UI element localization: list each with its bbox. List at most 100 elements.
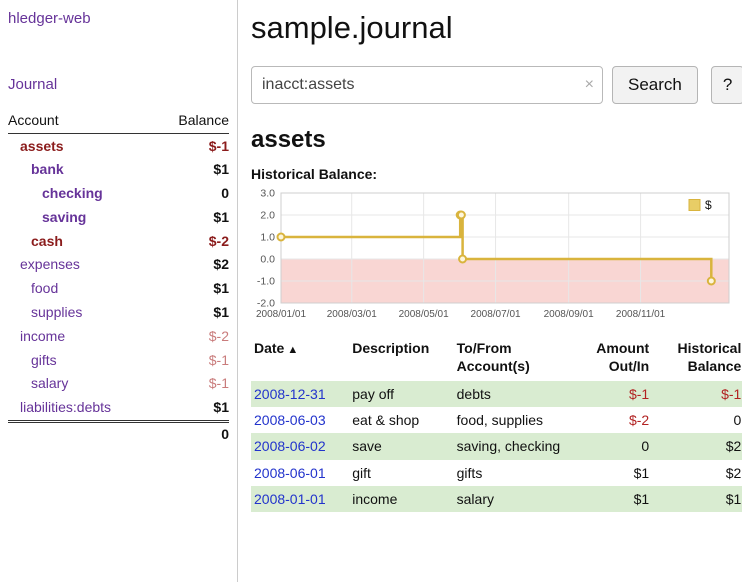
- column-header-date[interactable]: Date▲: [251, 337, 349, 381]
- sidebar: hledger-web Journal Account Balance asse…: [0, 0, 238, 582]
- svg-text:2008/07/01: 2008/07/01: [471, 309, 521, 320]
- account-balance: $1: [156, 277, 229, 301]
- register-amount-cell: 0: [566, 433, 652, 459]
- search-button[interactable]: Search: [612, 66, 698, 104]
- register-date-cell: 2008-06-01: [251, 460, 349, 486]
- help-button[interactable]: ?: [711, 66, 742, 104]
- account-link[interactable]: gifts: [31, 352, 57, 368]
- register-accounts-cell: saving, checking: [454, 433, 567, 459]
- transaction-date-link[interactable]: 2008-06-02: [254, 438, 326, 454]
- svg-text:$: $: [705, 198, 712, 212]
- accounts-header-row: Account Balance: [8, 109, 229, 134]
- register-accounts-cell: food, supplies: [454, 407, 567, 433]
- svg-text:2008/03/01: 2008/03/01: [327, 309, 377, 320]
- column-header-balance: Historical Balance: [652, 337, 742, 381]
- transaction-date-link[interactable]: 2008-12-31: [254, 386, 326, 402]
- register-row: 2008-12-31pay offdebts$-1$-1: [251, 381, 742, 407]
- account-total-value: 0: [8, 421, 229, 445]
- register-balance-cell: $1: [652, 486, 742, 512]
- account-link[interactable]: assets: [20, 138, 64, 154]
- accounts-header-balance: Balance: [156, 109, 229, 134]
- account-balance: $-1: [156, 348, 229, 372]
- account-row: supplies $1: [8, 301, 229, 325]
- account-row: saving $1: [8, 205, 229, 229]
- register-row: 2008-06-01giftgifts$1$2: [251, 460, 742, 486]
- account-row: salary $-1: [8, 372, 229, 396]
- search-input[interactable]: [251, 66, 603, 104]
- clear-search-icon[interactable]: ×: [585, 75, 594, 95]
- page-title: sample.journal: [251, 10, 742, 46]
- account-link[interactable]: bank: [31, 161, 64, 177]
- account-name-cell: gifts: [8, 348, 156, 372]
- svg-text:2008/11/01: 2008/11/01: [616, 309, 666, 320]
- register-date-cell: 2008-12-31: [251, 381, 349, 407]
- account-name-cell: expenses: [8, 253, 156, 277]
- sort-ascending-icon: ▲: [287, 344, 298, 356]
- account-heading: assets: [251, 126, 742, 154]
- account-name-cell: assets: [8, 134, 156, 158]
- account-row: expenses$2: [8, 253, 229, 277]
- account-link[interactable]: saving: [42, 209, 86, 225]
- register-accounts-cell: debts: [454, 381, 567, 407]
- account-balance: $-1: [156, 372, 229, 396]
- register-date-cell: 2008-06-03: [251, 407, 349, 433]
- account-name-cell: income: [8, 324, 156, 348]
- app-title-link[interactable]: hledger-web: [8, 10, 229, 27]
- account-name-cell: checking: [8, 182, 156, 206]
- register-date-cell: 2008-06-02: [251, 433, 349, 459]
- transaction-date-link[interactable]: 2008-06-01: [254, 465, 326, 481]
- account-balance: $1: [156, 205, 229, 229]
- account-link[interactable]: expenses: [20, 256, 80, 272]
- svg-text:-2.0: -2.0: [257, 298, 275, 310]
- register-row: 2008-06-03eat & shopfood, supplies$-20: [251, 407, 742, 433]
- register-description-cell: gift: [349, 460, 453, 486]
- register-accounts-cell: gifts: [454, 460, 567, 486]
- account-name-cell: food: [8, 277, 156, 301]
- account-row: cash$-2: [8, 229, 229, 253]
- register-body: 2008-12-31pay offdebts$-1$-12008-06-03ea…: [251, 381, 742, 512]
- register-amount-cell: $-2: [566, 407, 652, 433]
- transaction-date-link[interactable]: 2008-06-03: [254, 412, 326, 428]
- main-content: sample.journal × Search ? assets Histori…: [238, 0, 742, 582]
- register-amount-cell: $1: [566, 486, 652, 512]
- sidebar-item-journal[interactable]: Journal: [8, 76, 229, 93]
- account-balance: $1: [156, 301, 229, 325]
- svg-text:2.0: 2.0: [260, 210, 275, 222]
- account-balance: $-1: [156, 134, 229, 158]
- account-total-row: 0: [8, 421, 229, 445]
- register-date-cell: 2008-01-01: [251, 486, 349, 512]
- register-balance-cell: 0: [652, 407, 742, 433]
- svg-text:0.0: 0.0: [260, 254, 275, 266]
- account-name-cell: cash: [8, 229, 156, 253]
- account-link[interactable]: checking: [42, 185, 103, 201]
- register-row: 2008-01-01incomesalary$1$1: [251, 486, 742, 512]
- account-link[interactable]: cash: [31, 233, 63, 249]
- chart-title: Historical Balance:: [251, 166, 742, 182]
- account-row: gifts $-1: [8, 348, 229, 372]
- svg-text:-1.0: -1.0: [257, 276, 275, 288]
- register-table: Date▲ Description To/From Account(s) Amo…: [251, 337, 742, 512]
- account-link[interactable]: supplies: [31, 304, 82, 320]
- account-balance: 0: [156, 182, 229, 206]
- account-link[interactable]: income: [20, 328, 65, 344]
- account-balance: $1: [156, 158, 229, 182]
- account-row: bank $1: [8, 158, 229, 182]
- account-row: food $1: [8, 277, 229, 301]
- account-link[interactable]: salary: [31, 375, 68, 391]
- column-header-accounts: To/From Account(s): [454, 337, 567, 381]
- account-row: liabilities:debts$1: [8, 396, 229, 421]
- account-row: checking 0: [8, 182, 229, 206]
- account-link[interactable]: liabilities:debts: [20, 399, 111, 415]
- account-name-cell: liabilities:debts: [8, 396, 156, 421]
- account-list: assets$-1bank$1checking0saving$1cash$-2e…: [8, 134, 229, 422]
- account-row: assets $-1: [8, 134, 229, 158]
- account-link[interactable]: food: [31, 280, 58, 296]
- svg-text:2008/09/01: 2008/09/01: [544, 309, 594, 320]
- register-row: 2008-06-02savesaving, checking0$2: [251, 433, 742, 459]
- account-name-cell: bank: [8, 158, 156, 182]
- register-amount-cell: $1: [566, 460, 652, 486]
- accounts-table: Account Balance assets $-1 bank $1 checking 0…: [8, 109, 229, 445]
- account-balance: $-2: [156, 324, 229, 348]
- transaction-date-link[interactable]: 2008-01-01: [254, 491, 326, 507]
- app-window: hledger-web Journal Account Balance asse…: [0, 0, 742, 582]
